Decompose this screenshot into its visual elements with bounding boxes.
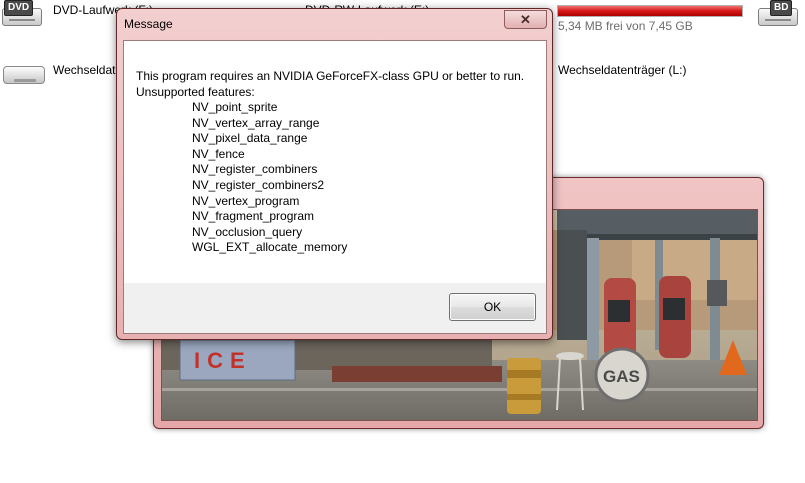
list-item: WGL_EXT_allocate_memory <box>192 240 348 255</box>
list-item: NV_fragment_program <box>192 209 315 224</box>
list-item: NV_register_combiners2 <box>192 177 325 192</box>
feature-list: NV_point_sprite NV_vertex_array_range NV… <box>192 100 347 256</box>
list-item: NV_register_combiners <box>192 162 318 177</box>
list-item: NV_vertex_program <box>192 193 300 208</box>
dvd-drive-icon[interactable]: DVD <box>2 0 42 26</box>
ok-button[interactable]: OK <box>449 293 536 321</box>
message-area: This program requires an NVIDIA GeForceF… <box>124 41 546 283</box>
bd-tag: BD <box>770 0 793 16</box>
dvd-tag: DVD <box>4 0 34 16</box>
close-icon: ✕ <box>520 11 531 27</box>
list-item: NV_occlusion_query <box>192 224 303 239</box>
drive-label-removable-l[interactable]: Wechseldatenträger (L:) <box>558 63 687 77</box>
list-item: NV_fence <box>192 146 245 161</box>
list-item: NV_point_sprite <box>192 100 278 114</box>
list-item: NV_vertex_array_range <box>192 115 320 130</box>
message-line-unsupported: Unsupported features: <box>136 85 255 99</box>
button-bar: OK <box>124 283 546 333</box>
capacity-fill <box>558 6 742 16</box>
close-button[interactable]: ✕ <box>504 10 547 29</box>
capacity-text: 5,34 MB frei von 7,45 GB <box>558 19 693 33</box>
message-line-requirement: This program requires an NVIDIA GeForceF… <box>136 69 525 83</box>
dialog-client-area: This program requires an NVIDIA GeForceF… <box>123 40 547 334</box>
removable-drive-icon[interactable] <box>3 62 45 86</box>
gas-sign-text: GAS <box>603 367 640 386</box>
ice-sign-text: ICE <box>194 348 252 373</box>
dialog-title: Message <box>124 17 173 31</box>
message-dialog[interactable]: Message ✕ This program requires an NVIDI… <box>116 8 553 340</box>
bd-drive-icon[interactable]: BD <box>758 0 798 26</box>
capacity-bar <box>557 5 743 17</box>
list-item: NV_pixel_data_range <box>192 131 308 146</box>
